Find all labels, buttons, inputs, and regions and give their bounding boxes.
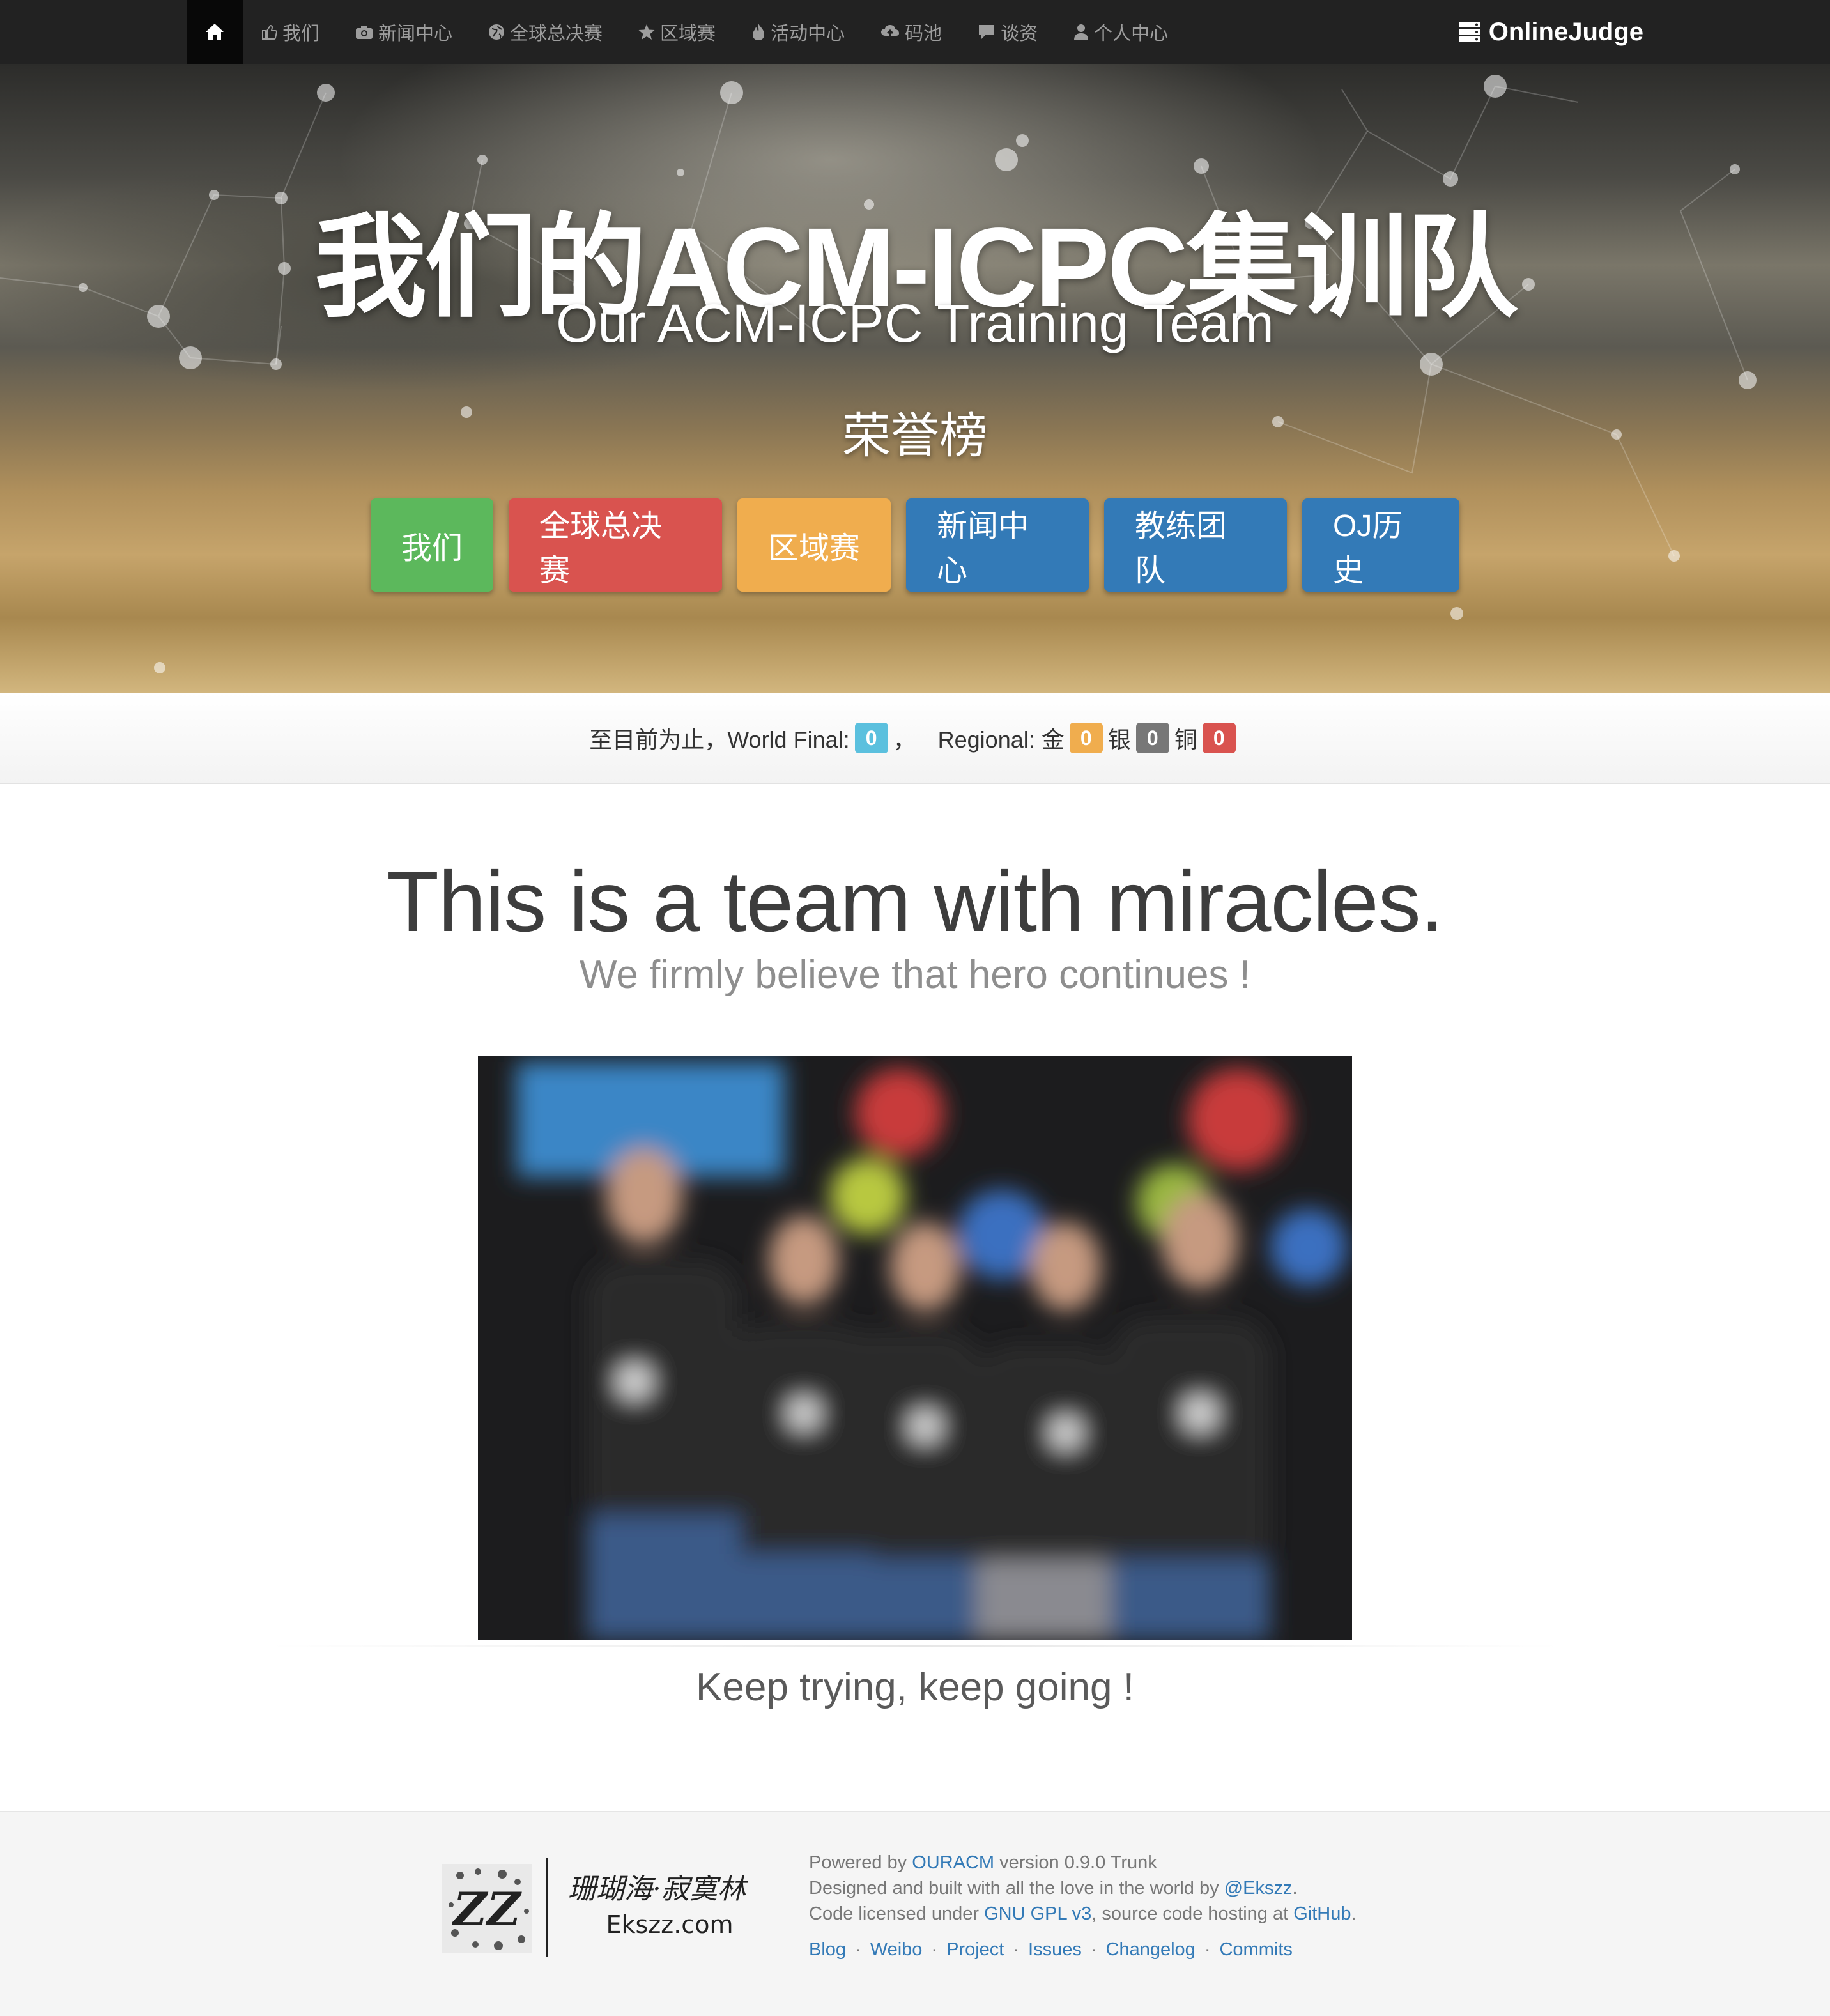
nav-item-label: 新闻中心 — [378, 24, 453, 44]
achievement-stats-bar: 至目前为止，World Final: 0 ， Regional: 金 0 银 0… — [0, 693, 1830, 784]
nav-item-label: 个人中心 — [1094, 24, 1169, 44]
oj-history-button[interactable]: OJ历史 — [1302, 498, 1459, 592]
server-icon — [1458, 22, 1480, 42]
main-subheading: We firmly believe that hero continues ! — [580, 953, 1250, 997]
nav-item-regional[interactable]: 区域赛 — [620, 0, 734, 64]
stats-prefix: 至目前为止，World Final: — [589, 727, 850, 753]
nav-item-code-pool[interactable]: 码池 — [863, 0, 960, 64]
tagline: Keep trying, keep going ! — [696, 1665, 1134, 1709]
world-final-count-badge: 0 — [854, 723, 888, 753]
star-icon — [638, 24, 655, 40]
stats-separator: ， — [893, 727, 916, 753]
brand-link[interactable]: OnlineJudge — [1458, 0, 1643, 64]
footer-line-license: Code licensed under GNU GPL v3, source c… — [809, 1901, 1357, 1927]
project-link[interactable]: Project — [946, 1939, 1004, 1960]
honor-roll-heading: 荣誉榜 — [842, 409, 988, 463]
camera-icon — [356, 26, 373, 39]
nav-item-us[interactable]: 我们 — [243, 0, 337, 64]
team-photo — [478, 1056, 1352, 1640]
text: . — [1292, 1878, 1298, 1898]
nav-home[interactable] — [187, 0, 243, 64]
text: . — [1351, 1904, 1357, 1924]
gold-count-badge: 0 — [1069, 723, 1103, 753]
fire-icon — [753, 24, 765, 40]
changelog-link[interactable]: Changelog — [1106, 1939, 1196, 1960]
commits-link[interactable]: Commits — [1219, 1939, 1292, 1960]
main-heading: This is a team with miracles. — [387, 854, 1444, 950]
nav-item-label: 我们 — [282, 24, 320, 44]
news-center-button[interactable]: 新闻中心 — [906, 498, 1089, 592]
ouracm-link[interactable]: OURACM — [912, 1852, 994, 1873]
logo-domain: Ekszz.com — [606, 1911, 734, 1939]
home-icon — [206, 24, 224, 40]
nav-item-label: 码池 — [905, 24, 942, 44]
silver-count-badge: 0 — [1135, 723, 1169, 753]
nav-item-label: 全球总决赛 — [510, 24, 603, 44]
hero-subtitle: Our ACM-ICPC Training Team — [556, 293, 1274, 353]
nav-item-talk[interactable]: 谈资 — [960, 0, 1056, 64]
world-final-button[interactable]: 全球总决赛 — [509, 498, 722, 592]
link-separator: · — [855, 1939, 861, 1960]
text: , source code hosting at — [1091, 1904, 1294, 1924]
issues-link[interactable]: Issues — [1028, 1939, 1082, 1960]
blog-link[interactable]: Blog — [809, 1939, 846, 1960]
link-separator: · — [931, 1939, 938, 1960]
regional-button[interactable]: 区域赛 — [737, 498, 891, 592]
gpl-link[interactable]: GNU GPL v3 — [984, 1904, 1091, 1924]
github-link[interactable]: GitHub — [1293, 1904, 1351, 1924]
top-navbar: 我们 新闻中心 全球总决赛 区域赛 活动中心 码池 谈资 个人中心 Online… — [0, 0, 1830, 64]
brand-name: OnlineJudge — [1488, 17, 1643, 46]
nav-item-world-final[interactable]: 全球总决赛 — [470, 0, 620, 64]
footer-links: Blog · Weibo · Project · Issues · Change… — [809, 1939, 1293, 1960]
link-separator: · — [1204, 1939, 1211, 1960]
bronze-count-badge: 0 — [1202, 723, 1236, 753]
thumbs-up-icon — [262, 24, 277, 40]
us-button[interactable]: 我们 — [371, 498, 493, 592]
text: Designed and built with all the love in … — [809, 1878, 1224, 1898]
hero-button-group: 我们 全球总决赛 区域赛 新闻中心 教练团队 OJ历史 — [0, 498, 1830, 592]
logo-chinese-text: 珊瑚海·寂寞林 — [568, 1873, 749, 1905]
link-separator: · — [1090, 1939, 1097, 1960]
particle-network — [0, 75, 1757, 673]
footer-line-powered: Powered by OURACM version 0.9.0 Trunk — [809, 1850, 1357, 1875]
nav-menu: 我们 新闻中心 全球总决赛 区域赛 活动中心 码池 谈资 个人中心 — [187, 0, 1186, 64]
silver-label: 银 — [1107, 727, 1131, 753]
text: version 0.9.0 Trunk — [994, 1852, 1157, 1873]
logo-graphic: ZZ 珊瑚海·寂寞林 Ekszz.com — [442, 1858, 749, 1957]
globe-icon — [489, 24, 505, 40]
footer-credits: Powered by OURACM version 0.9.0 Trunk De… — [809, 1850, 1357, 1927]
hero-banner: 我们的ACM-ICPC集训队 Our ACM-ICPC Training Tea… — [0, 64, 1830, 693]
site-logo[interactable]: ZZ 珊瑚海·寂寞林 Ekszz.com — [441, 1850, 760, 1965]
nav-item-label: 活动中心 — [771, 24, 845, 44]
footer-line-designed: Designed and built with all the love in … — [809, 1875, 1357, 1901]
team-photo-image — [478, 1056, 1352, 1640]
logo-mark: ZZ — [451, 1882, 522, 1936]
bronze-label: 铜 — [1174, 727, 1197, 753]
user-icon — [1074, 24, 1089, 40]
comment-icon — [979, 25, 995, 39]
ekszz-link[interactable]: @Ekszz — [1224, 1878, 1293, 1898]
text: Code licensed under — [809, 1904, 985, 1924]
link-separator: · — [1013, 1939, 1020, 1960]
nav-item-label: 谈资 — [1001, 24, 1038, 44]
nav-item-label: 区域赛 — [660, 24, 716, 44]
section-divider — [268, 1645, 1562, 1647]
weibo-link[interactable]: Weibo — [870, 1939, 923, 1960]
regional-gold-label: Regional: 金 — [937, 727, 1065, 753]
text: Powered by — [809, 1852, 912, 1873]
cloud-upload-icon — [881, 25, 900, 38]
coach-team-button[interactable]: 教练团队 — [1104, 498, 1287, 592]
nav-item-profile[interactable]: 个人中心 — [1056, 0, 1186, 64]
nav-item-news[interactable]: 新闻中心 — [337, 0, 470, 64]
nav-item-activity[interactable]: 活动中心 — [734, 0, 863, 64]
